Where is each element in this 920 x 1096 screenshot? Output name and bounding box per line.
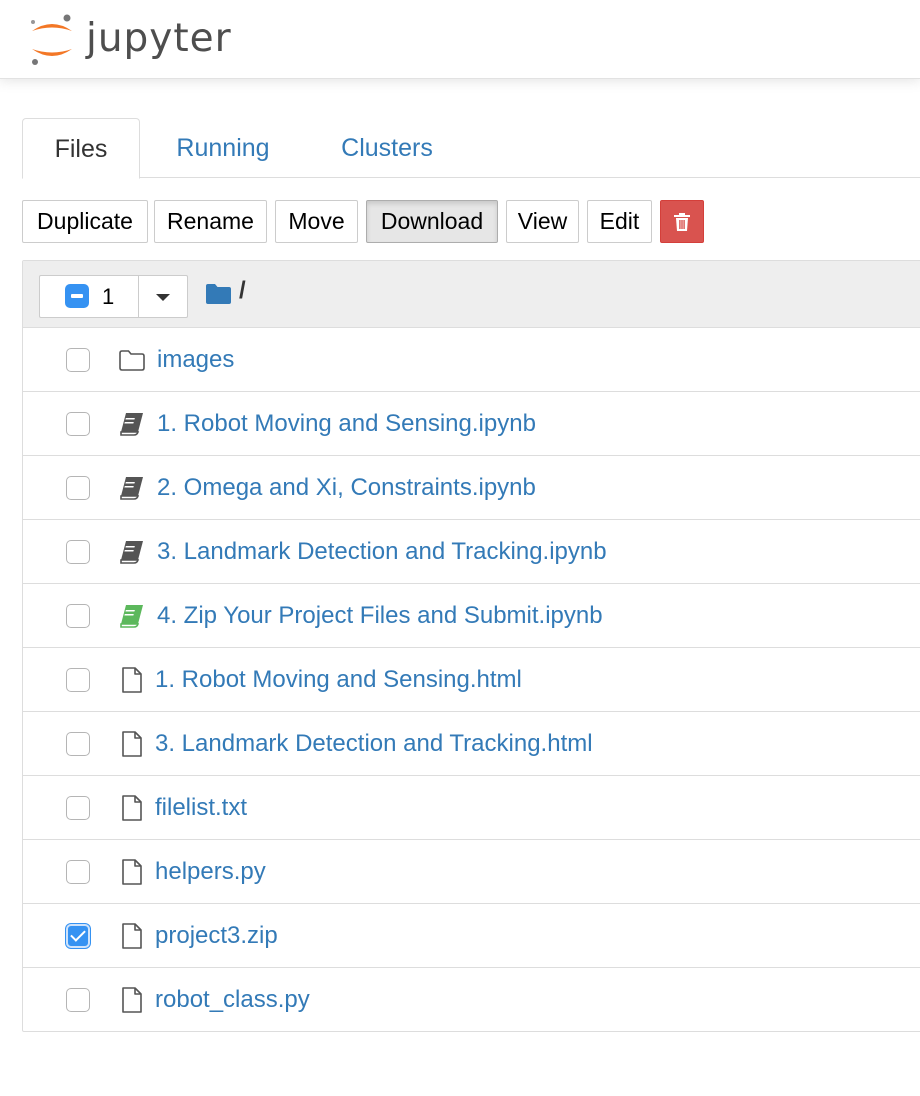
file-icon	[122, 987, 142, 1013]
jupyter-logo[interactable]: jupyter	[26, 9, 232, 69]
tab-files[interactable]: Files	[22, 118, 140, 179]
file-name-link[interactable]: 1. Robot Moving and Sensing.html	[155, 648, 522, 712]
list-item[interactable]: 2. Omega and Xi, Constraints.ipynb	[23, 456, 920, 520]
list-item[interactable]: robot_class.py	[23, 968, 920, 1032]
edit-button[interactable]: Edit	[587, 200, 652, 243]
tab-clusters[interactable]: Clusters	[320, 118, 454, 178]
select-all-dropdown[interactable]: 1	[39, 275, 188, 318]
row-checkbox[interactable]	[66, 476, 90, 500]
file-name-link[interactable]: robot_class.py	[155, 968, 310, 1032]
list-item[interactable]: helpers.py	[23, 840, 920, 904]
file-action-toolbar: Duplicate Rename Move Download View Edit	[22, 200, 722, 244]
file-icon	[122, 667, 142, 693]
file-icon	[122, 923, 142, 949]
jupyter-logo-icon	[31, 14, 72, 65]
list-item[interactable]: 4. Zip Your Project Files and Submit.ipy…	[23, 584, 920, 648]
logo-text: jupyter	[86, 16, 232, 61]
file-name-link[interactable]: images	[157, 328, 234, 392]
file-name-link[interactable]: project3.zip	[155, 904, 278, 968]
folder-icon	[119, 350, 145, 371]
file-name-link[interactable]: filelist.txt	[155, 776, 247, 840]
trash-icon	[674, 213, 690, 231]
notebook-icon	[120, 477, 143, 500]
file-icon	[122, 795, 142, 821]
notebook-icon	[120, 541, 143, 564]
file-name-link[interactable]: 3. Landmark Detection and Tracking.ipynb	[157, 520, 607, 584]
breadcrumb-root[interactable]: /	[239, 277, 246, 305]
delete-button[interactable]	[660, 200, 704, 243]
file-name-link[interactable]: helpers.py	[155, 840, 266, 904]
file-list-header: 1 /	[23, 261, 920, 328]
header: jupyter	[0, 0, 920, 79]
row-checkbox[interactable]	[66, 604, 90, 628]
rename-button[interactable]: Rename	[154, 200, 267, 243]
partial-select-checkbox[interactable]	[65, 284, 89, 308]
tab-running[interactable]: Running	[156, 118, 290, 178]
notebook-icon	[120, 413, 143, 436]
file-icon	[122, 859, 142, 885]
file-list: 1 / images 1. Robot Moving and Sensing.i…	[22, 260, 920, 1032]
list-item[interactable]: filelist.txt	[23, 776, 920, 840]
row-checkbox[interactable]	[66, 348, 90, 372]
running-notebook-icon	[120, 605, 143, 628]
list-item[interactable]: images	[23, 328, 920, 392]
row-checkbox[interactable]	[66, 732, 90, 756]
row-checkbox[interactable]	[66, 668, 90, 692]
list-item[interactable]: project3.zip	[23, 904, 920, 968]
duplicate-button[interactable]: Duplicate	[22, 200, 148, 243]
file-icon	[122, 731, 142, 757]
row-checkbox[interactable]	[66, 988, 90, 1012]
list-item[interactable]: 1. Robot Moving and Sensing.html	[23, 648, 920, 712]
move-button[interactable]: Move	[275, 200, 358, 243]
file-name-link[interactable]: 1. Robot Moving and Sensing.ipynb	[157, 392, 536, 456]
select-all-toggle[interactable]: 1	[40, 276, 139, 317]
list-item[interactable]: 3. Landmark Detection and Tracking.html	[23, 712, 920, 776]
file-name-link[interactable]: 2. Omega and Xi, Constraints.ipynb	[157, 456, 536, 520]
row-checkbox[interactable]	[66, 412, 90, 436]
row-checkbox[interactable]	[66, 540, 90, 564]
file-name-link[interactable]: 3. Landmark Detection and Tracking.html	[155, 712, 593, 776]
row-checkbox[interactable]	[66, 924, 90, 948]
list-item[interactable]: 1. Robot Moving and Sensing.ipynb	[23, 392, 920, 456]
list-item[interactable]: 3. Landmark Detection and Tracking.ipynb	[23, 520, 920, 584]
folder-icon[interactable]	[205, 283, 232, 305]
selected-count: 1	[102, 284, 115, 309]
download-button[interactable]: Download	[366, 200, 498, 243]
row-checkbox[interactable]	[66, 860, 90, 884]
tab-bar: Files Running Clusters	[22, 118, 920, 179]
view-button[interactable]: View	[506, 200, 579, 243]
row-checkbox[interactable]	[66, 796, 90, 820]
chevron-down-icon[interactable]	[139, 276, 187, 317]
file-name-link[interactable]: 4. Zip Your Project Files and Submit.ipy…	[157, 584, 603, 648]
